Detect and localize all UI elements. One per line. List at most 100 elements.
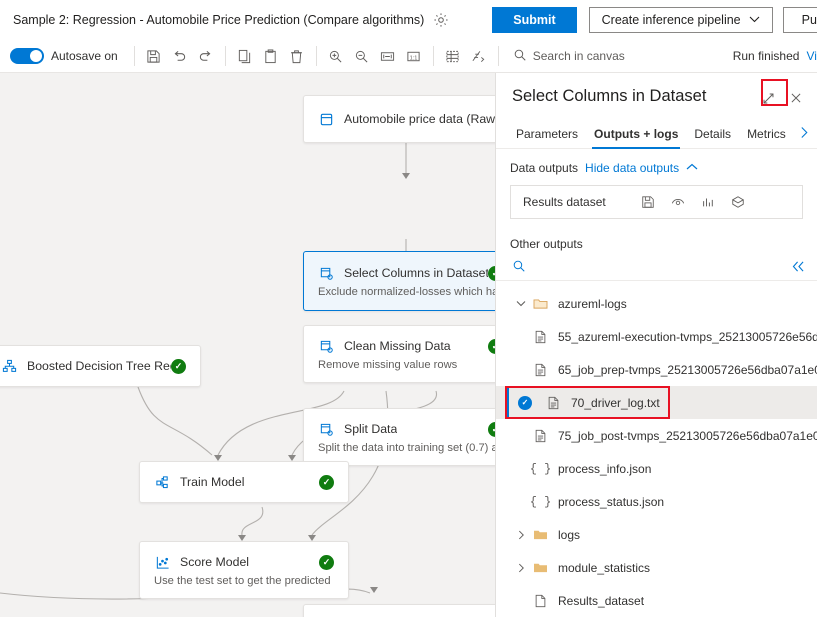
- preview-icon[interactable]: [670, 194, 686, 210]
- inference-label: Create inference pipeline: [602, 13, 741, 27]
- tree-row-70-driver-log[interactable]: ✓ 70_driver_log.txt: [496, 386, 817, 419]
- tree-row-logs[interactable]: logs: [496, 518, 817, 551]
- tab-outputs-logs[interactable]: Outputs + logs: [586, 119, 686, 149]
- tree-row-process-status-json[interactable]: { } process_status.json: [496, 485, 817, 518]
- svg-text:1:1: 1:1: [410, 55, 418, 61]
- selected-check-icon: ✓: [518, 396, 532, 410]
- chevron-up-icon[interactable]: [686, 163, 698, 174]
- tab-metrics[interactable]: Metrics: [739, 119, 794, 149]
- copy-icon[interactable]: [234, 45, 256, 67]
- pipeline-node-split-data[interactable]: Split Data ✓ Split the data into trainin…: [303, 408, 518, 466]
- create-inference-pipeline-button[interactable]: Create inference pipeline: [589, 7, 773, 33]
- save-icon[interactable]: [143, 45, 165, 67]
- run-status-text: Run finished: [733, 49, 800, 63]
- visualize-icon[interactable]: [700, 194, 716, 210]
- file-icon: [532, 330, 549, 344]
- other-outputs-search-input[interactable]: [533, 261, 792, 275]
- panel-header: Select Columns in Dataset: [496, 73, 817, 109]
- tree-label: 55_azureml-execution-tvmps_25213005726e5…: [558, 330, 817, 344]
- close-icon[interactable]: [785, 87, 807, 109]
- delete-icon[interactable]: [286, 45, 308, 67]
- gear-icon[interactable]: [433, 11, 449, 29]
- tree-row-65-job-prep[interactable]: 65_job_prep-tvmps_25213005726e56dba07a1e…: [496, 353, 817, 386]
- pipeline-node-partial[interactable]: [303, 604, 518, 617]
- data-outputs-label: Data outputs: [510, 161, 578, 175]
- tree-label: 70_driver_log.txt: [571, 396, 660, 410]
- publish-button[interactable]: Publish: [783, 7, 817, 33]
- pipeline-node-clean-missing-data[interactable]: Clean Missing Data ✓ Remove missing valu…: [303, 325, 518, 383]
- autosave-toggle[interactable]: [10, 48, 44, 64]
- zoom-in-icon[interactable]: [325, 45, 347, 67]
- node-subtitle: Split the data into training set (0.7) a…: [318, 442, 503, 454]
- page-title: Sample 2: Regression - Automobile Price …: [13, 13, 424, 27]
- pipeline-node-score-model[interactable]: Score Model ✓ Use the test set to get th…: [139, 541, 349, 599]
- hide-data-outputs-link[interactable]: Hide data outputs: [585, 161, 679, 175]
- tree-label: 75_job_post-tvmps_25213005726e56dba07a1e…: [558, 429, 817, 443]
- node-title: Train Model: [180, 475, 244, 489]
- restore-icon[interactable]: [468, 45, 490, 67]
- node-title: Score Model: [180, 555, 249, 569]
- toolbar-divider: [134, 46, 135, 66]
- collapse-all-icon[interactable]: [792, 261, 805, 275]
- results-dataset-label: Results dataset: [523, 195, 606, 209]
- zoom-actual-icon[interactable]: 1:1: [403, 45, 425, 67]
- zoom-out-icon[interactable]: [351, 45, 373, 67]
- node-subtitle: Exclude normalized-losses which has many: [318, 286, 503, 298]
- node-title: Split Data: [344, 422, 397, 436]
- search-icon: [512, 259, 526, 276]
- pipeline-node-train-model[interactable]: Train Model ✓: [139, 461, 349, 503]
- panel-title: Select Columns in Dataset: [512, 87, 755, 106]
- canvas-search[interactable]: [513, 48, 733, 65]
- folder-open-icon: [532, 297, 549, 310]
- chevron-down-icon[interactable]: [510, 300, 532, 307]
- tab-parameters[interactable]: Parameters: [508, 119, 586, 149]
- undo-icon[interactable]: [169, 45, 191, 67]
- toolbar-divider: [498, 46, 499, 66]
- expand-icon[interactable]: [755, 87, 781, 109]
- algorithm-icon: [1, 358, 18, 375]
- results-dataset-actions: [640, 194, 746, 210]
- tree-row-module-statistics[interactable]: module_statistics: [496, 551, 817, 584]
- status-success-icon: ✓: [319, 475, 334, 490]
- tree-label: process_info.json: [558, 462, 651, 476]
- tree-row-process-info-json[interactable]: { } process_info.json: [496, 452, 817, 485]
- submit-button[interactable]: Submit: [492, 7, 576, 33]
- paste-icon[interactable]: [260, 45, 282, 67]
- tree-row-azureml-logs[interactable]: azureml-logs: [496, 287, 817, 320]
- other-outputs-label: Other outputs: [496, 237, 817, 251]
- pipeline-node-boosted-decision-tree-regression[interactable]: Boosted Decision Tree Regre... ✓: [0, 345, 201, 387]
- tree-row-75-job-post[interactable]: 75_job_post-tvmps_25213005726e56dba07a1e…: [496, 419, 817, 452]
- file-icon: [532, 429, 549, 443]
- pipeline-node-select-columns-in-dataset[interactable]: Select Columns in Dataset ✓ Exclude norm…: [303, 251, 518, 311]
- tree-label: module_statistics: [558, 561, 650, 575]
- chevron-right-icon[interactable]: [794, 126, 815, 142]
- outputs-file-tree[interactable]: azureml-logs 55_azureml-execution-tvmps_…: [496, 287, 817, 617]
- pipeline-node-automobile-price-data[interactable]: Automobile price data (Raw): [303, 95, 518, 143]
- explore-icon[interactable]: [730, 194, 746, 210]
- chevron-right-icon[interactable]: [510, 530, 532, 540]
- results-dataset-row[interactable]: Results dataset: [510, 185, 803, 219]
- redo-icon[interactable]: [195, 45, 217, 67]
- train-icon: [154, 474, 171, 491]
- file-plain-icon: [532, 594, 549, 608]
- chevron-right-icon[interactable]: [510, 563, 532, 573]
- panel-tabs: Parameters Outputs + logs Details Metric…: [496, 119, 817, 149]
- data-outputs-section-header: Data outputs Hide data outputs: [496, 161, 817, 175]
- tree-row-55-azureml-execution[interactable]: 55_azureml-execution-tvmps_25213005726e5…: [496, 320, 817, 353]
- tree-label: Results_dataset: [558, 594, 644, 608]
- status-success-icon: ✓: [319, 555, 334, 570]
- view-run-overview-link[interactable]: View run overview: [806, 49, 817, 63]
- module-icon: [318, 265, 335, 282]
- tab-details[interactable]: Details: [686, 119, 739, 149]
- run-status-area: Run finished View run overview: [733, 49, 817, 63]
- node-title: Clean Missing Data: [344, 339, 451, 353]
- zoom-to-fit-icon[interactable]: [377, 45, 399, 67]
- chevron-down-icon: [749, 15, 760, 25]
- other-outputs-search[interactable]: [496, 255, 817, 281]
- search-input[interactable]: [533, 49, 733, 63]
- tree-row-results-dataset[interactable]: Results_dataset: [496, 584, 817, 617]
- save-icon[interactable]: [640, 194, 656, 210]
- auto-layout-icon[interactable]: [442, 45, 464, 67]
- folder-icon: [532, 561, 549, 574]
- canvas-toolbar: Autosave on: [0, 40, 817, 73]
